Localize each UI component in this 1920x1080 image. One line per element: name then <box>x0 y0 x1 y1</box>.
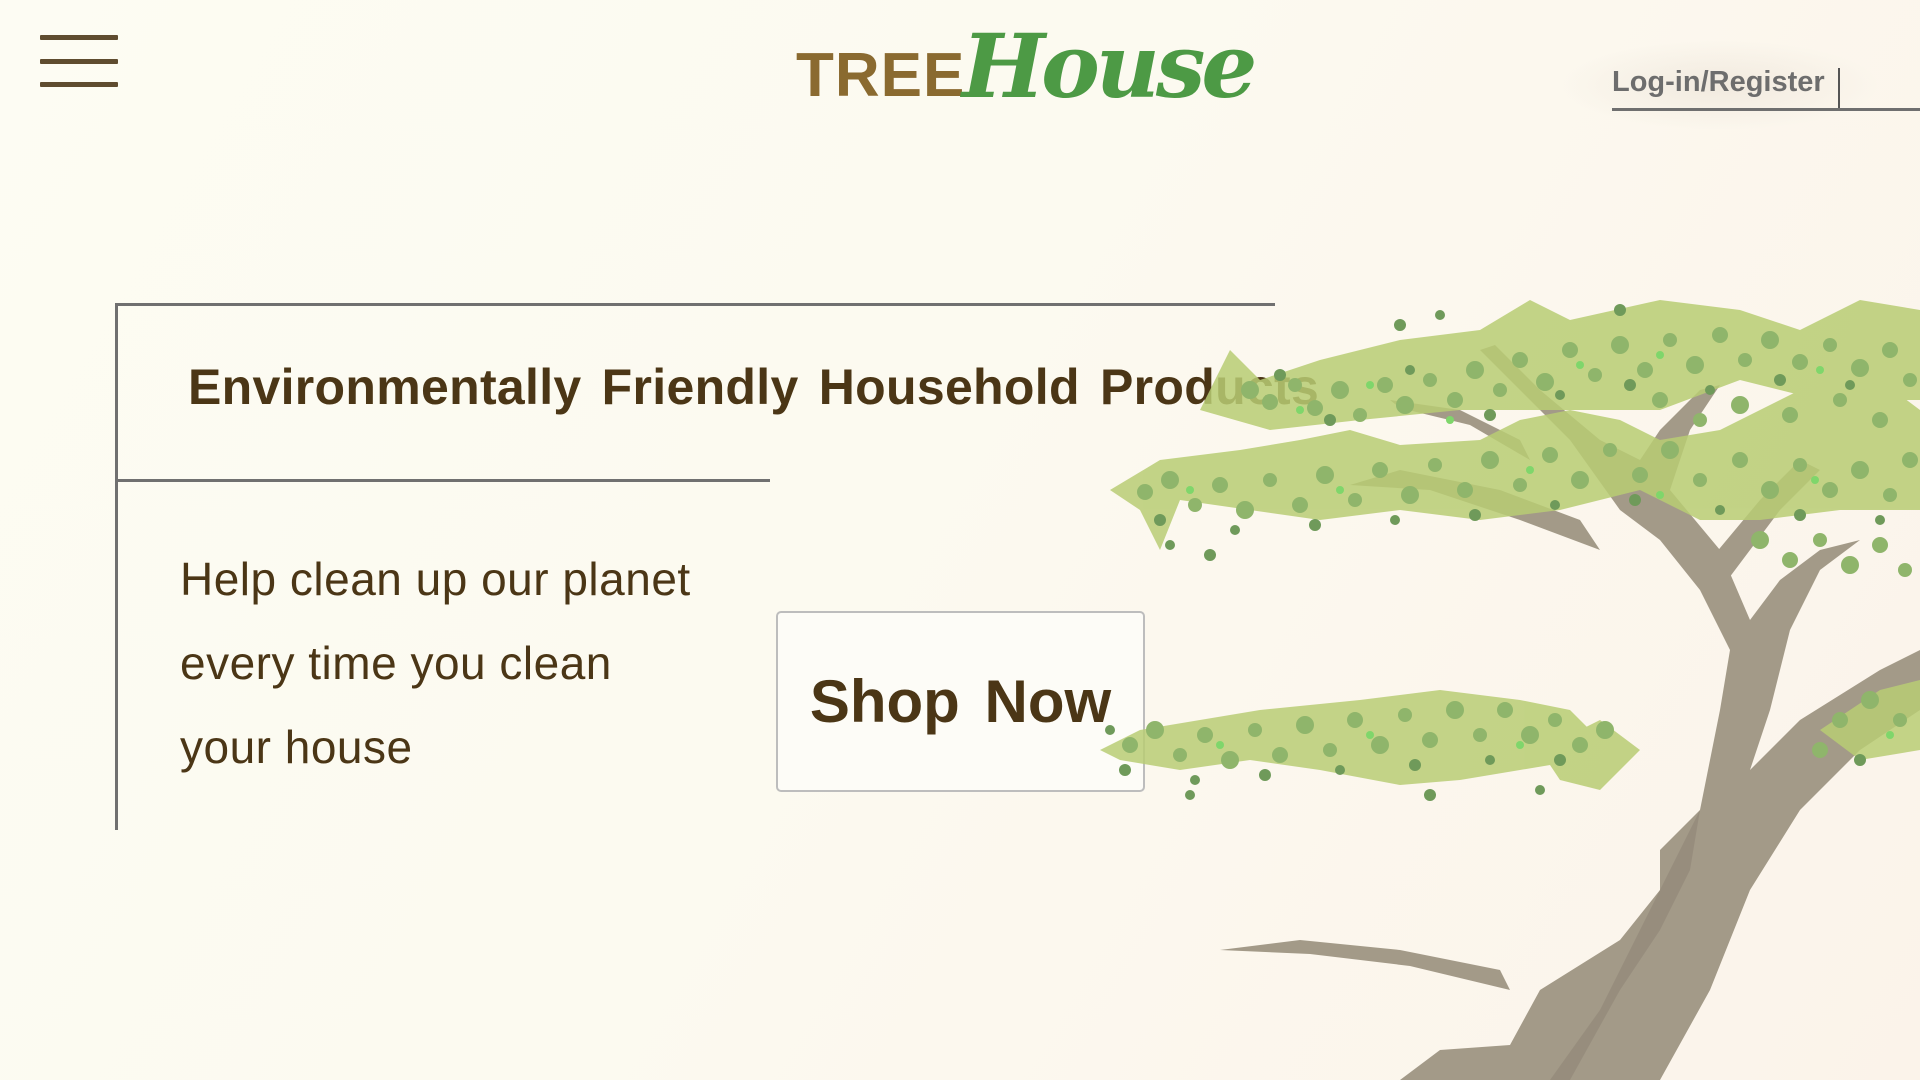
hero-frame-left-rule <box>115 303 118 830</box>
bonsai-foliage <box>1100 300 1920 790</box>
hero-frame-divider <box>118 479 770 482</box>
site-logo[interactable]: TREE House <box>796 14 1257 118</box>
login-register-link[interactable]: Log-in/Register <box>1612 66 1825 99</box>
menu-bar <box>40 82 118 87</box>
logo-text-tree: TREE <box>796 41 966 110</box>
text-cursor <box>1838 68 1840 108</box>
logo-text-house: House <box>962 14 1257 118</box>
bonsai-tree-illustration <box>1100 300 1920 1080</box>
login-underline <box>1612 108 1920 111</box>
hero-tagline: Help clean up our planet every time you … <box>180 550 740 802</box>
menu-bar <box>40 35 118 40</box>
hero-tagline-line: Help clean up our planet <box>180 553 691 605</box>
hero-tagline-line: every time you clean <box>180 637 612 689</box>
hero-tagline-line: your house <box>180 721 413 773</box>
menu-bar <box>40 59 118 64</box>
hamburger-menu-icon[interactable] <box>40 35 118 87</box>
shop-now-button[interactable]: Shop Now <box>776 611 1145 792</box>
